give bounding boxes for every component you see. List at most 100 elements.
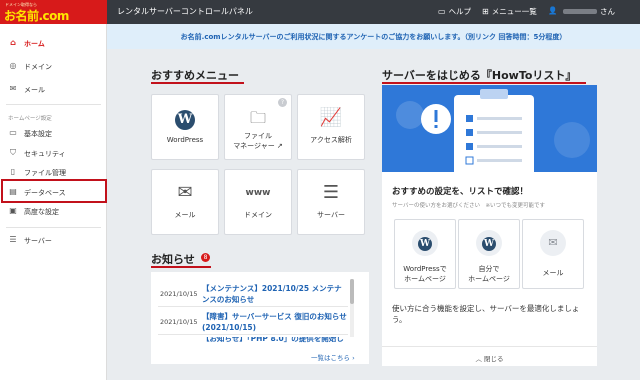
sidebar-item-label: 高度な設定 [24,208,59,216]
tile-label: ファイル [244,132,272,140]
howto-tile-label: メール [542,269,564,277]
sidebar-item-label: 基本設定 [24,130,52,138]
server-icon: ☰ [9,235,17,244]
sidebar-item-label: セキュリティ [24,149,66,158]
monitor-icon: ▭ [9,128,17,137]
checklist-illustration [396,89,590,172]
wordpress-icon: W [476,230,502,256]
howto-divider [382,346,597,347]
news-date: 2021/10/15 [160,318,198,326]
mail-icon: ✉ [9,84,17,93]
sidebar-item-server[interactable]: ☰ サーバー [0,232,107,250]
sidebar-item[interactable]: ◎ ドメイン [0,58,107,76]
logo-wordmark: お名前.com [4,9,69,23]
tile-file-manager[interactable]: ? 🗀 ファイル マネージャー ↗ [224,94,292,160]
close-label: 閉じる [484,355,504,363]
panel-title: レンタルサーバーコントロールパネル [117,7,253,16]
sidebar-item[interactable]: ⛉ セキュリティ [0,145,107,163]
tile-label: ドメイン [244,211,272,219]
howto-tile-mail[interactable]: ✉ メール [522,219,584,289]
news-item-link[interactable]: 【お知らせ】「PHP 8.0」の提供を開始しまし [202,337,348,345]
sidebar-divider [6,104,101,105]
envelope-icon: ✉ [540,230,566,256]
howto-note: サーバーの使い方をお選びください ※いつでも変更可能です [392,203,546,209]
sidebar-item[interactable]: ⌂ ホーム [0,35,107,53]
howto-tile-self-homepage[interactable]: W 自分で ホームページ [458,219,520,289]
news-more-link[interactable]: 一覧はこちら › [311,352,355,362]
server-icon: ☰ [322,182,340,203]
tile-mail[interactable]: ✉ メール [151,169,219,235]
onamae-logo[interactable]: ドメイン取得なら お名前.com [0,0,107,24]
howto-illustration [382,85,597,172]
highlight-frame [1,179,107,203]
tile-server[interactable]: ☰ サーバー [297,169,365,235]
news-title-underline [151,266,211,268]
folder-gear-icon: 🗀 [249,108,266,127]
news-item-link[interactable]: 【メンテナンス】2021/10/25 メンテナンスのお知らせ [202,283,348,305]
news-item-clipped: 【お知らせ】「PHP 8.0」の提供を開始しまし [158,337,348,345]
help-icon[interactable]: ? [278,98,287,107]
sidebar-item-label: ファイル管理 [24,169,66,177]
sidebar-item-label: ドメイン [24,63,52,71]
news-date: 2021/10/15 [160,290,198,298]
tile-label: サーバー [317,211,345,219]
howto-subtitle: おすすめの設定を、リストで確認！ [392,187,529,197]
tile-domain[interactable]: www ドメイン [224,169,292,235]
user-icon[interactable]: 👤 [548,6,557,15]
howto-close-button[interactable]: ︿ 閉じる [382,353,597,363]
sidebar-section-label: ホームページ設定 [8,116,52,122]
survey-banner[interactable]: お名前.comレンタルサーバーのご利用状況に関するアンケートのご協力をお願いしま… [107,24,640,49]
howto-tile-label-line2: ホームページ [404,275,446,283]
howto-tile-wordpress[interactable]: W WordPressで ホームページ [394,219,456,289]
news-title: お知らせ [151,253,195,266]
howto-tile-label-line2: ホームページ [468,275,510,283]
chevron-up-icon: ︿ [475,355,482,363]
help-link[interactable]: ▭ ヘルプ [438,6,471,17]
news-divider [158,306,348,307]
user-suffix: さん [600,7,615,16]
file-icon: ▯ [10,167,16,176]
tile-label: メール [174,211,196,219]
tile-label: アクセス解析 [310,136,352,144]
howto-tile-label: 自分で [478,265,500,273]
sidebar-item-label: サーバー [24,237,52,245]
sidebar-divider [6,227,101,228]
news-item-link[interactable]: 【障害】サーバーサービス 復旧のお知らせ (2021/10/15) [202,311,348,333]
sidebar-item-label: メール [24,86,45,94]
tile-wordpress[interactable]: W WordPress [151,94,219,160]
news-scrollbar[interactable] [350,279,354,337]
howto-title: サーバーをはじめる『HowToリスト』 [382,69,577,82]
sidebar-item[interactable]: ▣ 高度な設定 [0,203,107,221]
grid-icon: ⊞ [482,7,489,16]
menu-list-label: メニュー一覧 [491,7,537,16]
username-redacted [563,9,597,14]
recommend-title: おすすめメニュー [151,69,239,82]
tile-label-line2: マネージャー ↗ [233,142,283,150]
wordpress-icon: W [152,107,218,130]
howto-tile-label: WordPressで [403,265,447,273]
howto-description: 使い方に合う機能を設定し、サーバーを最適化しましょう。 [392,304,580,324]
chart-line-icon: 📈 [319,107,343,128]
help-label: ヘルプ [448,7,472,16]
wordpress-icon: W [412,230,438,256]
tile-access-analysis[interactable]: 📈 アクセス解析 [297,94,365,160]
sidebar-item-label: ホーム [24,40,45,48]
menu-list-link[interactable]: ⊞ メニュー一覧 [482,6,537,17]
shield-icon: ⛉ [10,147,16,157]
www-icon: www [245,188,271,198]
news-count-badge: 8 [201,253,210,262]
howto-title-underline [382,82,586,84]
survey-banner-text: お名前.comレンタルサーバーのご利用状況に関するアンケートのご協力をお願いしま… [180,33,567,41]
top-header: ドメイン取得なら お名前.com レンタルサーバーコントロールパネル ▭ ヘルプ … [0,0,640,24]
news-divider [158,334,348,335]
sidebar-item[interactable]: ✉ メール [0,81,107,99]
recommend-title-underline [151,82,244,84]
scroll-thumb[interactable] [350,279,354,304]
sidebar-item[interactable]: ▭ 基本設定 [0,125,107,143]
home-icon: ⌂ [10,38,16,47]
tile-label: WordPress [166,136,204,144]
envelope-icon: ✉ [177,182,193,203]
chat-icon: ▭ [438,7,446,16]
globe-icon: ◎ [9,61,17,70]
settings-monitor-icon: ▣ [9,206,17,215]
